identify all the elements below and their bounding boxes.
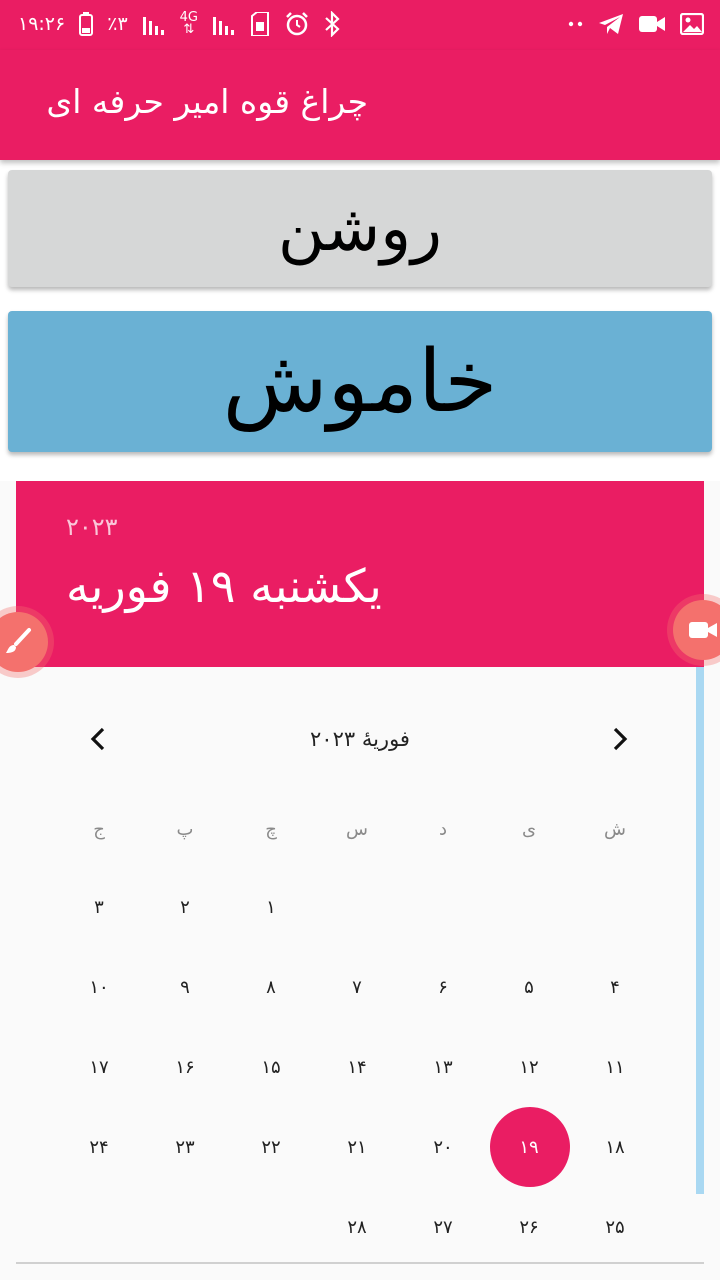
more-dots-icon	[568, 20, 584, 28]
day-cell[interactable]: ۵	[486, 947, 572, 1027]
weekday-header-row: ش ی د س چ پ ج	[56, 791, 658, 867]
day-cell[interactable]: ۱۱	[572, 1027, 658, 1107]
day-cell[interactable]: ۴	[572, 947, 658, 1027]
day-cell[interactable]: ۱۴	[314, 1027, 400, 1107]
day-cell[interactable]: ۲۰	[400, 1107, 486, 1187]
date-picker: ۲۰۲۳ یکشنبه ۱۹ فوریه فوریهٔ ۲۰۲۳ ش ی د س…	[0, 481, 720, 1280]
day-cell[interactable]: ۲۴	[56, 1107, 142, 1187]
day-cell[interactable]: ۲۲	[228, 1107, 314, 1187]
selected-year[interactable]: ۲۰۲۳	[66, 513, 118, 541]
week-row: ۱۸ ۱۹ ۲۰ ۲۱ ۲۲ ۲۳ ۲۴	[56, 1107, 658, 1187]
empty-day-cell	[314, 867, 400, 947]
chevron-left-icon	[90, 727, 105, 751]
calendar-grid: ش ی د س چ پ ج ۱ ۲ ۳ ۴ ۵ ۶ ۷ ۸ ۹ ۱۰ ۱۱ ۱۲…	[56, 791, 658, 1267]
selected-date: یکشنبه ۱۹ فوریه	[66, 559, 382, 613]
video-icon	[638, 13, 666, 35]
telegram-icon	[598, 13, 624, 35]
weekday-label: ی	[521, 818, 537, 840]
week-row: ۴ ۵ ۶ ۷ ۸ ۹ ۱۰	[56, 947, 658, 1027]
brush-icon	[6, 628, 31, 653]
scrollbar[interactable]	[696, 667, 704, 1194]
status-right	[568, 8, 704, 40]
day-cell[interactable]: ۱۲	[486, 1027, 572, 1107]
day-cell[interactable]: ۱۰	[56, 947, 142, 1027]
day-cell[interactable]: ۱۳	[400, 1027, 486, 1107]
chevron-right-icon	[613, 727, 628, 751]
day-cell[interactable]: ۲۶	[486, 1187, 572, 1267]
day-cell[interactable]: ۶	[400, 947, 486, 1027]
empty-day-cell	[572, 867, 658, 947]
empty-day-cell	[400, 867, 486, 947]
app-title: چراغ قوه امیر حرفه ای	[46, 82, 368, 121]
day-cell[interactable]: ۱۶	[142, 1027, 228, 1107]
empty-day-cell	[142, 1187, 228, 1267]
network-4g-icon: 4G ⇅	[179, 10, 199, 37]
day-cell[interactable]: ۲۳	[142, 1107, 228, 1187]
bluetooth-icon	[324, 11, 340, 37]
day-cell[interactable]: ۷	[314, 947, 400, 1027]
weekday-label: س	[346, 818, 368, 840]
day-cell[interactable]: ۱	[228, 867, 314, 947]
weekday-label: ج	[93, 818, 105, 840]
week-row: ۱۱ ۱۲ ۱۳ ۱۴ ۱۵ ۱۶ ۱۷	[56, 1027, 658, 1107]
weekday-label: د	[439, 818, 448, 840]
day-cell[interactable]: ۹	[142, 947, 228, 1027]
day-cell[interactable]: ۱۸	[572, 1107, 658, 1187]
week-row: ۲۵ ۲۶ ۲۷ ۲۸	[56, 1187, 658, 1267]
app-bar: چراغ قوه امیر حرفه ای	[0, 50, 720, 160]
video-camera-icon	[689, 622, 717, 638]
alarm-icon	[284, 11, 310, 37]
day-cell[interactable]: ۲۱	[314, 1107, 400, 1187]
weekday-label: چ	[265, 818, 277, 840]
day-cell[interactable]: ۲	[142, 867, 228, 947]
day-cell[interactable]: ۳	[56, 867, 142, 947]
status-bar: ۱۹:۲۶ ٪۳ 4G ⇅	[0, 0, 720, 50]
signal-icon-2	[212, 13, 236, 35]
gallery-icon	[680, 13, 704, 35]
status-left: ۱۹:۲۶ ٪۳ 4G ⇅	[18, 8, 340, 40]
day-cell[interactable]: ۲۵	[572, 1187, 658, 1267]
day-cell[interactable]: ۲۷	[400, 1187, 486, 1267]
divider	[16, 1262, 704, 1264]
date-picker-header: ۲۰۲۳ یکشنبه ۱۹ فوریه	[16, 481, 704, 667]
day-cell[interactable]: ۱۷	[56, 1027, 142, 1107]
battery-percent: ٪۳	[107, 13, 128, 35]
battery-icon	[79, 12, 94, 36]
day-cell[interactable]: ۲۸	[314, 1187, 400, 1267]
weekday-label: پ	[176, 818, 194, 840]
next-month-button[interactable]	[600, 719, 640, 759]
empty-day-cell	[56, 1187, 142, 1267]
selected-day-label: ۱۹	[519, 1136, 539, 1158]
month-year-label: فوریهٔ ۲۰۲۳	[310, 727, 410, 751]
week-row: ۱ ۲ ۳	[56, 867, 658, 947]
turn-on-button[interactable]: روشن	[8, 170, 712, 287]
day-cell[interactable]: ۸	[228, 947, 314, 1027]
signal-icon	[142, 13, 166, 35]
previous-month-button[interactable]	[78, 719, 118, 759]
turn-off-button[interactable]: خاموش	[8, 311, 712, 452]
empty-day-cell	[486, 867, 572, 947]
status-time: ۱۹:۲۶	[18, 13, 66, 35]
day-cell[interactable]: ۱۵	[228, 1027, 314, 1107]
empty-day-cell	[228, 1187, 314, 1267]
sim-icon	[250, 12, 270, 36]
selected-day-cell[interactable]: ۱۹	[486, 1107, 572, 1187]
weekday-label: ش	[604, 818, 626, 840]
